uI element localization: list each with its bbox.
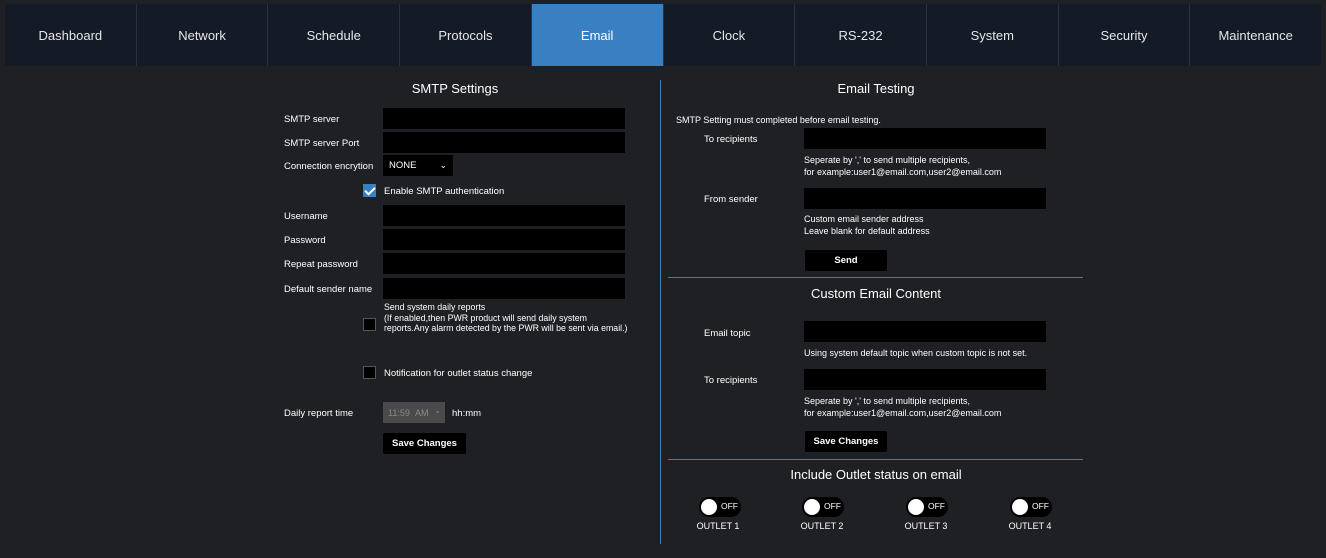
chevron-down-icon: ⌄ (434, 406, 441, 415)
from-sender-note: Custom email sender address Leave blank … (804, 214, 930, 236)
content-to-input[interactable] (804, 369, 1046, 390)
smtp-settings-title: SMTP Settings (411, 81, 499, 96)
password-input[interactable] (383, 229, 625, 250)
divider (668, 277, 1083, 278)
divider (668, 459, 1083, 460)
smtp-port-label: SMTP server Port (284, 138, 360, 149)
daily-time-label: Daily report time (284, 408, 354, 419)
encryption-value: NONE (389, 160, 417, 171)
outlet-1-toggle[interactable]: OFF (699, 497, 741, 517)
email-testing-intro: SMTP Setting must completed before email… (676, 115, 881, 125)
top-nav: Dashboard Network Schedule Protocols Ema… (5, 4, 1322, 66)
tab-protocols[interactable]: Protocols (400, 4, 532, 66)
outlet-4-label: OUTLET 4 (1008, 521, 1052, 531)
daily-reports-checkbox[interactable] (363, 318, 376, 331)
test-to-label: To recipients (704, 134, 758, 145)
from-sender-label: From sender (704, 194, 758, 205)
outlet-notify-label: Notification for outlet status change (384, 368, 533, 379)
send-button[interactable]: Send (805, 250, 887, 271)
sender-name-label: Default sender name (284, 284, 373, 295)
password-label: Password (284, 235, 326, 246)
outlet-1-state: OFF (721, 501, 738, 511)
toggle-knob (804, 499, 820, 515)
smtp-auth-checkbox[interactable] (363, 184, 376, 197)
outlets-title: Include Outlet status on email (790, 467, 962, 482)
test-to-note: Seperate by ',' to send multiple recipie… (804, 155, 1002, 177)
email-topic-note: Using system default topic when custom t… (804, 348, 1028, 358)
smtp-port-input[interactable] (383, 132, 625, 153)
custom-content-title: Custom Email Content (810, 286, 942, 301)
repeat-password-label: Repeat password (284, 259, 358, 270)
tab-rs232[interactable]: RS-232 (795, 4, 927, 66)
daily-ampm-select[interactable]: AM ⌄ (410, 402, 445, 423)
smtp-save-button[interactable]: Save Changes (383, 433, 466, 454)
tab-security[interactable]: Security (1058, 4, 1191, 66)
content-to-label: To recipients (704, 375, 758, 386)
tab-email[interactable]: Email (531, 4, 664, 66)
toggle-knob (908, 499, 924, 515)
outlet-2-state: OFF (824, 501, 841, 511)
daily-reports-text: Send system daily reports (If enabled,th… (384, 302, 628, 333)
encryption-label: Connection encrytion (284, 161, 374, 172)
outlet-2-toggle[interactable]: OFF (802, 497, 844, 517)
tab-system[interactable]: System (926, 4, 1059, 66)
username-input[interactable] (383, 205, 625, 226)
tab-dashboard[interactable]: Dashboard (5, 4, 137, 66)
email-testing-title: Email Testing (837, 81, 915, 96)
outlet-2-label: OUTLET 2 (800, 521, 844, 531)
smtp-auth-label: Enable SMTP authentication (384, 186, 505, 197)
time-format-label: hh:mm (452, 408, 482, 419)
username-label: Username (284, 211, 328, 222)
toggle-knob (1012, 499, 1028, 515)
outlet-notify-checkbox[interactable] (363, 366, 376, 379)
content-to-note: Seperate by ',' to send multiple recipie… (804, 396, 1002, 418)
outlet-3-label: OUTLET 3 (904, 521, 948, 531)
content-save-button[interactable]: Save Changes (805, 431, 887, 452)
smtp-server-input[interactable] (383, 108, 625, 129)
email-topic-input[interactable] (804, 321, 1046, 342)
tab-maintenance[interactable]: Maintenance (1190, 4, 1322, 66)
smtp-server-label: SMTP server (284, 114, 340, 125)
outlet-4-state: OFF (1032, 501, 1049, 511)
tab-network[interactable]: Network (136, 4, 269, 66)
from-sender-input[interactable] (804, 188, 1046, 209)
outlet-3-state: OFF (928, 501, 945, 511)
test-to-input[interactable] (804, 128, 1046, 149)
outlet-3-toggle[interactable]: OFF (906, 497, 948, 517)
sender-name-input[interactable] (383, 278, 625, 299)
encryption-select[interactable]: NONE ⌄ (383, 155, 453, 176)
ampm-value: AM (415, 407, 429, 418)
outlet-1-label: OUTLET 1 (696, 521, 740, 531)
toggle-knob (701, 499, 717, 515)
vertical-divider (660, 80, 661, 544)
repeat-password-input[interactable] (383, 253, 625, 274)
tab-clock[interactable]: Clock (663, 4, 796, 66)
chevron-down-icon: ⌄ (439, 160, 447, 170)
email-topic-label: Email topic (704, 328, 751, 339)
outlet-4-toggle[interactable]: OFF (1010, 497, 1052, 517)
tab-schedule[interactable]: Schedule (268, 4, 401, 66)
